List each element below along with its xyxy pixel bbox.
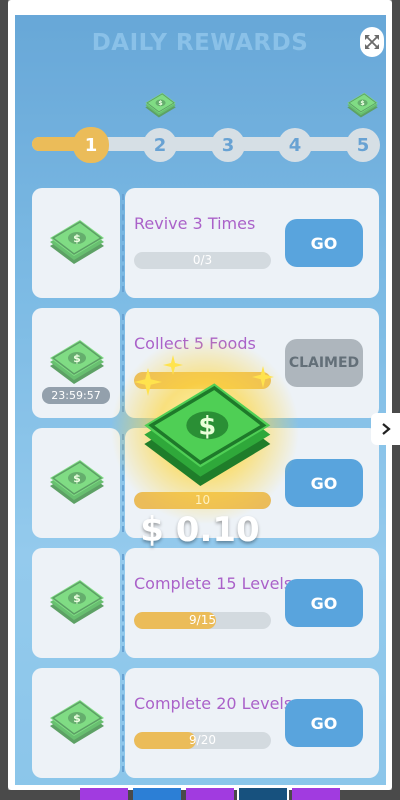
thumbnail[interactable] [80, 788, 128, 800]
chevron-right-icon [381, 423, 391, 435]
sparkle-icon [134, 368, 162, 396]
screenshot-thumbnail-strip [80, 786, 340, 800]
thumbnail[interactable] [237, 786, 289, 800]
next-arrow-button[interactable] [371, 413, 400, 445]
thumbnail[interactable] [133, 788, 181, 800]
sparkle-icon [252, 366, 274, 388]
thumbnail[interactable] [186, 788, 234, 800]
thumbnail[interactable] [292, 788, 340, 800]
reward-amount: $ 0.10 [140, 510, 260, 550]
sparkle-icon [163, 355, 183, 375]
